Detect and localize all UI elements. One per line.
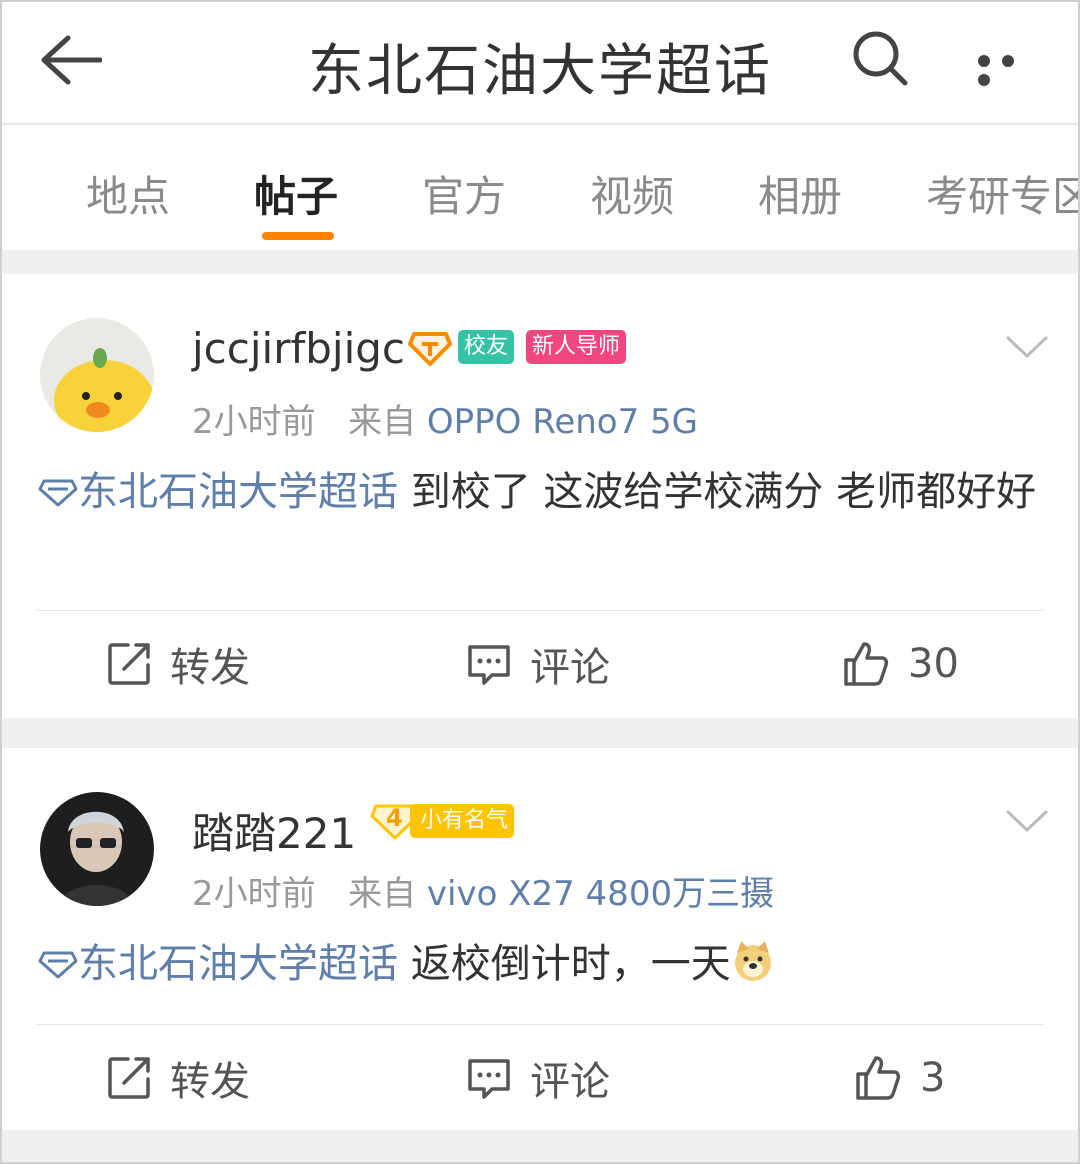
tab-location[interactable]: 地点	[86, 163, 170, 224]
chevron-down-icon[interactable]	[1004, 808, 1050, 836]
device-link[interactable]: vivo X27 4800万三摄	[427, 874, 774, 914]
badge-fame: 小有名气	[410, 804, 515, 838]
post-content: 东北石油大学超话 到校了 这波给学校满分 老师都好好	[38, 462, 1038, 522]
repost-button[interactable]: 转发	[106, 1050, 250, 1106]
page-title: 东北石油大学超话	[308, 39, 772, 104]
supertopic-diamond-icon	[38, 479, 78, 507]
post-time: 2小时前	[192, 874, 316, 914]
badge-alumni: 校友	[458, 330, 515, 364]
badge-mentor: 新人导师	[526, 330, 627, 364]
device-link[interactable]: OPPO Reno7 5G	[427, 402, 698, 442]
post-card[interactable]: 踏踏221 4 小有名气 2小时前 来自 vivo X27 4800万三摄 东北…	[0, 748, 1080, 1130]
supertopic-diamond-icon	[38, 951, 78, 979]
search-icon	[853, 31, 908, 86]
tab-postgrad[interactable]: 考研专区	[926, 163, 1080, 224]
post-time: 2小时前	[192, 402, 316, 442]
repost-icon	[108, 1057, 150, 1099]
repost-label: 转发	[170, 1059, 250, 1105]
divider	[36, 610, 1044, 611]
repost-label: 转发	[170, 645, 250, 691]
more-dots-icon	[978, 55, 990, 67]
like-count: 3	[920, 1055, 946, 1101]
more-button[interactable]	[978, 52, 1042, 86]
post-actions: 转发 评论 3	[0, 1028, 1080, 1128]
like-count: 30	[908, 641, 959, 687]
post-text: 到校了 这波给学校满分 老师都好好	[398, 469, 1037, 515]
post-meta: 2小时前 来自 OPPO Reno7 5G	[192, 394, 698, 443]
comment-icon	[468, 645, 510, 685]
source-prefix: 来自	[348, 874, 417, 914]
tab-album[interactable]: 相册	[758, 163, 842, 224]
like-button[interactable]: 3	[854, 1050, 945, 1106]
thumbs-up-icon	[844, 642, 889, 686]
portrait-avatar-image	[40, 792, 154, 906]
vip-diamond-icon	[408, 332, 452, 366]
tab-video[interactable]: 视频	[590, 163, 674, 224]
post-actions: 转发 评论 30	[0, 614, 1080, 714]
comment-label: 评论	[530, 1059, 610, 1105]
search-button[interactable]	[850, 28, 910, 88]
level-number: 4	[386, 804, 403, 832]
comment-label: 评论	[530, 645, 610, 691]
topic-link[interactable]: 东北石油大学超话	[38, 469, 398, 515]
avatar[interactable]	[40, 792, 154, 906]
post-meta: 2小时前 来自 vivo X27 4800万三摄	[192, 866, 774, 915]
doge-emoji	[734, 941, 771, 981]
tab-bar: 地点 帖子 官方 视频 相册 考研专区	[0, 125, 1080, 250]
like-button[interactable]: 30	[842, 636, 959, 692]
chevron-down-icon[interactable]	[1004, 334, 1050, 362]
repost-button[interactable]: 转发	[106, 636, 250, 692]
active-tab-indicator	[262, 232, 334, 240]
comment-button[interactable]: 评论	[466, 636, 610, 692]
tab-official[interactable]: 官方	[422, 163, 506, 224]
username[interactable]: 踏踏221	[192, 800, 356, 861]
divider	[36, 1024, 1044, 1025]
duck-avatar-image	[40, 318, 154, 432]
topic-link[interactable]: 东北石油大学超话	[38, 941, 398, 987]
comment-button[interactable]: 评论	[466, 1050, 610, 1106]
source-prefix: 来自	[348, 402, 417, 442]
post-content: 东北石油大学超话 返校倒计时，一天	[38, 934, 1038, 994]
thumbs-up-icon	[856, 1056, 901, 1100]
post-card[interactable]: jccjirfbjigc 校友 新人导师 2小时前 来自 OPPO Reno7 …	[0, 274, 1080, 718]
avatar[interactable]	[40, 318, 154, 432]
tab-posts[interactable]: 帖子	[254, 163, 338, 224]
username[interactable]: jccjirfbjigc	[192, 324, 405, 373]
post-text: 返校倒计时，一天	[398, 941, 731, 987]
top-bar: 东北石油大学超话	[0, 0, 1080, 124]
repost-icon	[108, 643, 150, 685]
comment-icon	[468, 1059, 510, 1099]
